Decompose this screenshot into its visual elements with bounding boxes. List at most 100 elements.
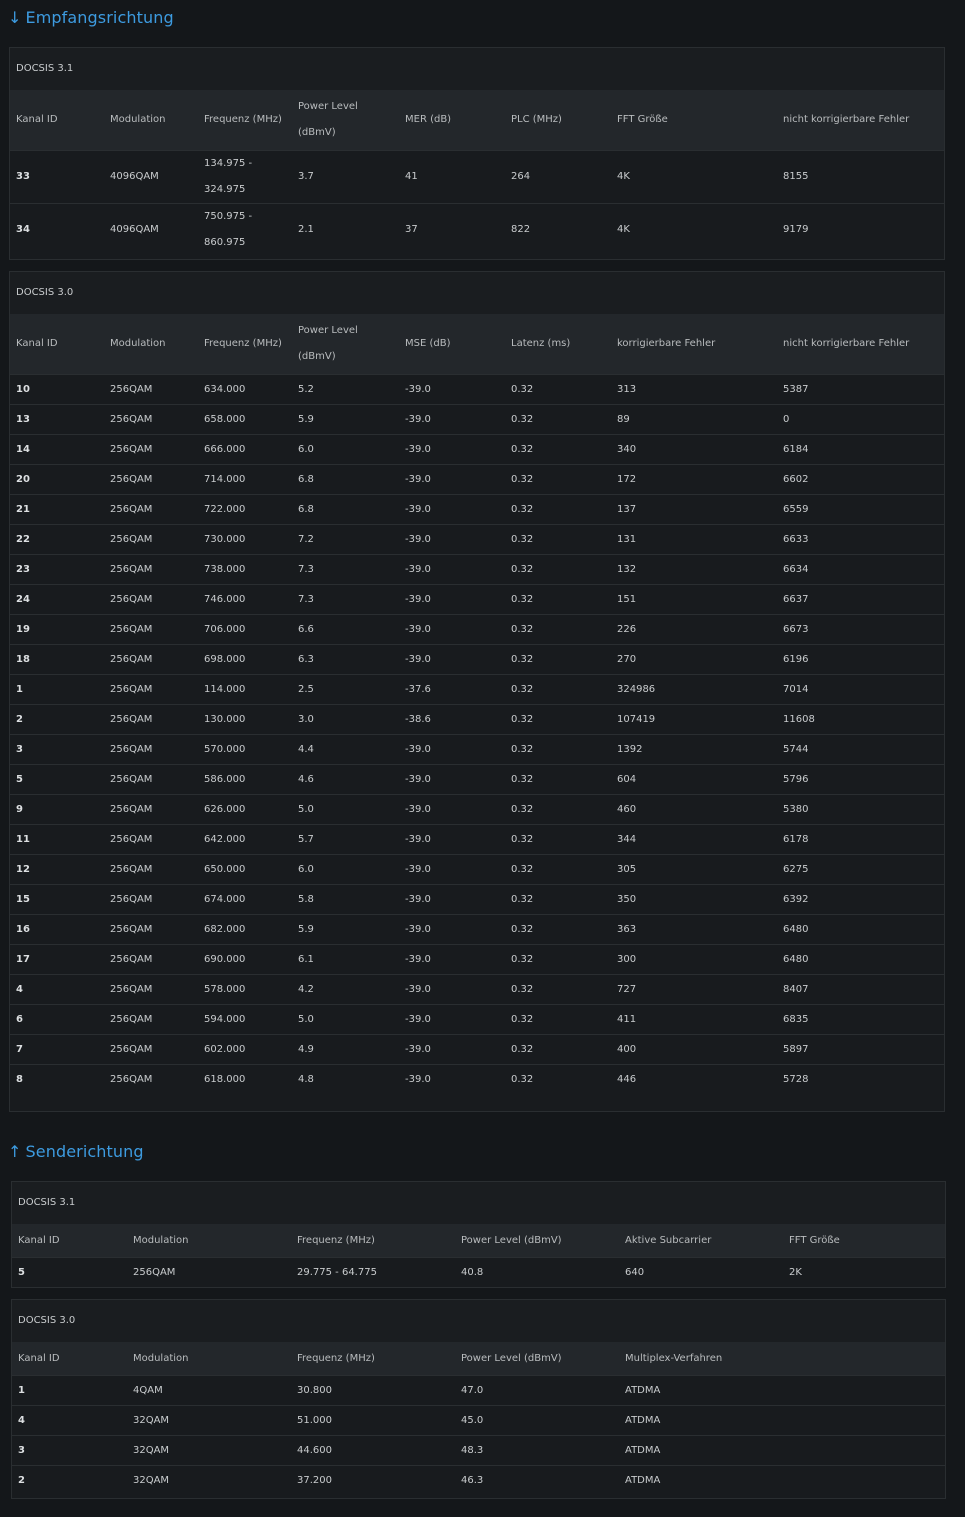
table-row: 14 256QAM 666.000 6.0 -39.0 0.32 340 6184 xyxy=(10,434,944,465)
table-cell: 256QAM xyxy=(104,464,198,495)
table-cell: -39.0 xyxy=(399,464,505,495)
table-cell: 714.000 xyxy=(198,464,292,495)
table-cell: 256QAM xyxy=(104,494,198,525)
table-cell: 107419 xyxy=(611,704,777,735)
table-cell: 626.000 xyxy=(198,794,292,825)
table-cell: 256QAM xyxy=(104,674,198,705)
channel-id-cell: 6 xyxy=(10,1004,104,1035)
table-cell: 41 xyxy=(399,150,505,204)
table-row: 2 256QAM 130.000 3.0 -38.6 0.32 107419 11608 xyxy=(10,704,944,735)
table-cell: 37.200 xyxy=(291,1465,455,1495)
panel-caption: DOCSIS 3.1 xyxy=(10,48,944,90)
table-cell: 264 xyxy=(505,150,611,204)
arrow-up-icon: ↑ xyxy=(8,1142,22,1161)
table-cell: ATDMA xyxy=(619,1435,945,1466)
channel-id-cell: 33 xyxy=(10,150,104,204)
upstream-docsis31-table: Kanal ID Modulation Frequenz (MHz) Power Le… xyxy=(12,1224,945,1287)
table-cell: 2K xyxy=(783,1257,945,1287)
table-cell: 698.000 xyxy=(198,644,292,675)
channel-id-cell: 20 xyxy=(10,464,104,495)
table-cell: 172 xyxy=(611,464,777,495)
table-cell: 2.5 xyxy=(292,674,399,705)
column-header: MSE (dB) xyxy=(399,314,505,375)
column-header: Power Level (dBmV) xyxy=(292,90,399,151)
table-cell: 6480 xyxy=(777,944,944,975)
table-cell: 0.32 xyxy=(505,704,611,735)
channel-id-cell: 24 xyxy=(10,584,104,615)
column-header: nicht korrigierbare Fehler xyxy=(777,90,944,151)
table-cell: 578.000 xyxy=(198,974,292,1005)
table-cell: 300 xyxy=(611,944,777,975)
column-header: Frequenz (MHz) xyxy=(198,314,292,375)
table-cell: 256QAM xyxy=(104,764,198,795)
table-row: 7 256QAM 602.000 4.9 -39.0 0.32 400 5897 xyxy=(10,1034,944,1065)
downstream-docsis31-panel: DOCSIS 3.1 Kanal ID Modulation Frequenz (M… xyxy=(9,47,945,260)
table-cell: 340 xyxy=(611,434,777,465)
table-cell: 0.32 xyxy=(505,914,611,945)
table-cell: 6.8 xyxy=(292,494,399,525)
table-cell: 256QAM xyxy=(104,914,198,945)
table-cell: 256QAM xyxy=(104,554,198,585)
table-cell: 6.6 xyxy=(292,614,399,645)
column-header: Modulation xyxy=(104,90,198,151)
table-cell: 0.32 xyxy=(505,554,611,585)
table-row: 4 32QAM 51.000 45.0 ATDMA xyxy=(12,1405,945,1436)
column-header: Modulation xyxy=(127,1224,291,1258)
table-cell: 305 xyxy=(611,854,777,885)
channel-id-cell: 18 xyxy=(10,644,104,675)
table-row: 19 256QAM 706.000 6.6 -39.0 0.32 226 6673 xyxy=(10,614,944,645)
table-cell: 46.3 xyxy=(455,1465,619,1495)
column-header: korrigierbare Fehler xyxy=(611,314,777,375)
channel-id-cell: 14 xyxy=(10,434,104,465)
table-cell: 29.775 - 64.775 xyxy=(291,1257,455,1287)
table-cell: 6480 xyxy=(777,914,944,945)
table-row: 16 256QAM 682.000 5.9 -39.0 0.32 363 6480 xyxy=(10,914,944,945)
panel-caption: DOCSIS 3.0 xyxy=(10,272,944,314)
upstream-title-label: Senderichtung xyxy=(25,1142,144,1161)
table-cell: 256QAM xyxy=(104,584,198,615)
table-cell: -39.0 xyxy=(399,944,505,975)
channel-id-cell: 34 xyxy=(10,203,104,256)
table-cell: 114.000 xyxy=(198,674,292,705)
table-cell: -39.0 xyxy=(399,794,505,825)
table-cell: 594.000 xyxy=(198,1004,292,1035)
table-row: 18 256QAM 698.000 6.3 -39.0 0.32 270 6196 xyxy=(10,644,944,675)
table-cell: 256QAM xyxy=(104,974,198,1005)
table-cell: -39.0 xyxy=(399,404,505,435)
table-row: 10 256QAM 634.000 5.2 -39.0 0.32 313 5387 xyxy=(10,374,944,405)
table-cell: 256QAM xyxy=(104,824,198,855)
upstream-title: ↑ Senderichtung xyxy=(8,1142,144,1161)
table-cell: 4.2 xyxy=(292,974,399,1005)
table-cell: 0.32 xyxy=(505,404,611,435)
channel-id-cell: 10 xyxy=(10,374,104,405)
table-cell: 674.000 xyxy=(198,884,292,915)
table-row: 11 256QAM 642.000 5.7 -39.0 0.32 344 6178 xyxy=(10,824,944,855)
table-cell: -39.0 xyxy=(399,614,505,645)
table-cell: 89 xyxy=(611,404,777,435)
table-cell: -37.6 xyxy=(399,674,505,705)
table-cell: 5744 xyxy=(777,734,944,765)
table-cell: 0.32 xyxy=(505,584,611,615)
table-cell: -39.0 xyxy=(399,1064,505,1094)
column-header: Kanal ID xyxy=(10,90,104,151)
table-cell: 0.32 xyxy=(505,374,611,405)
table-cell: 5897 xyxy=(777,1034,944,1065)
table-cell: -39.0 xyxy=(399,584,505,615)
channel-id-cell: 2 xyxy=(10,704,104,735)
table-cell: 132 xyxy=(611,554,777,585)
column-header: Multiplex-Verfahren xyxy=(619,1342,945,1376)
table-cell: 822 xyxy=(505,203,611,256)
table-row: 6 256QAM 594.000 5.0 -39.0 0.32 411 6835 xyxy=(10,1004,944,1035)
table-cell: 5.0 xyxy=(292,794,399,825)
table-cell: 226 xyxy=(611,614,777,645)
channel-id-cell: 7 xyxy=(10,1034,104,1065)
table-cell: 350 xyxy=(611,884,777,915)
table-row: 13 256QAM 658.000 5.9 -39.0 0.32 89 0 xyxy=(10,404,944,435)
table-cell: ATDMA xyxy=(619,1465,945,1495)
table-cell: 256QAM xyxy=(104,1064,198,1094)
column-header: nicht korrigierbare Fehler xyxy=(777,314,944,375)
table-cell: 2.1 xyxy=(292,203,399,256)
table-cell: -39.0 xyxy=(399,644,505,675)
table-row: 3 32QAM 44.600 48.3 ATDMA xyxy=(12,1435,945,1466)
table-cell: 570.000 xyxy=(198,734,292,765)
